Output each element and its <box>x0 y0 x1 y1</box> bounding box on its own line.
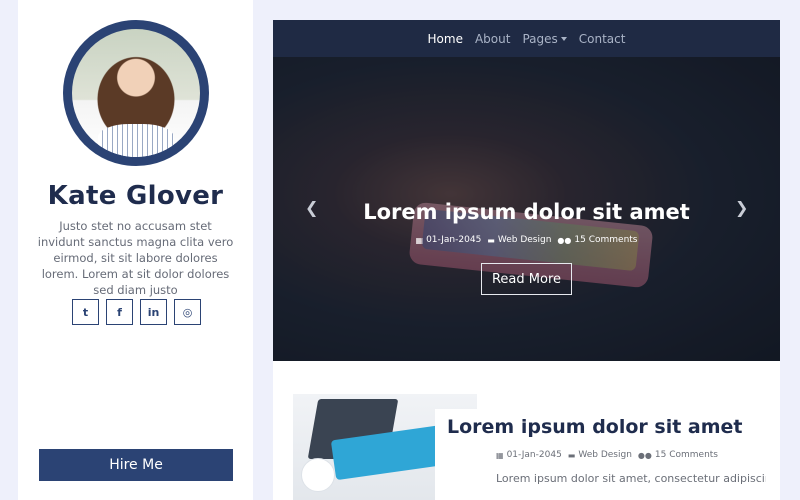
profile-sidebar: Kate Glover Justo stet no accusam stet i… <box>18 0 253 500</box>
hero-comments-text: 15 Comments <box>574 235 638 245</box>
nav-home[interactable]: Home <box>428 32 463 46</box>
hire-me-button[interactable]: Hire Me <box>39 449 233 481</box>
facebook-icon[interactable]: f <box>106 299 133 325</box>
profile-name: Kate Glover <box>47 181 224 211</box>
folder-icon: ▬ <box>487 235 495 245</box>
twitter-icon[interactable]: t <box>72 299 99 325</box>
hero-meta: ▦ 01-Jan-2045 ▬ Web Design ●● 15 Comment… <box>273 235 780 245</box>
linkedin-icon[interactable]: in <box>140 299 167 325</box>
profile-bio: Justo stet no accusam stet invidunt sanc… <box>37 219 234 297</box>
folder-icon: ▬ <box>567 450 576 460</box>
comments-icon: ●● <box>637 450 652 460</box>
carousel-prev-icon[interactable]: ❮ <box>305 198 318 217</box>
chevron-down-icon <box>560 36 567 41</box>
top-navbar: Home About Pages Contact <box>273 20 780 57</box>
calendar-icon: ▦ <box>496 450 504 460</box>
nav-about[interactable]: About <box>475 32 510 46</box>
hero-carousel: Lorem ipsum dolor sit amet ▦ 01-Jan-2045… <box>273 57 780 361</box>
hero-comments[interactable]: ●● 15 Comments <box>557 235 637 245</box>
post-thumbnail-cup <box>301 458 335 492</box>
hero-title: Lorem ipsum dolor sit amet <box>363 200 690 224</box>
post-category[interactable]: ▬ Web Design <box>568 450 632 460</box>
post-excerpt: Lorem ipsum dolor sit amet, consectetur … <box>496 472 766 485</box>
profile-photo-shirt <box>97 123 175 157</box>
read-more-button[interactable]: Read More <box>481 263 572 295</box>
hero-category-text: Web Design <box>497 235 552 245</box>
post-comments[interactable]: ●● 15 Comments <box>638 450 718 460</box>
instagram-icon[interactable]: ◎ <box>174 299 201 325</box>
post-category-text: Web Design <box>578 450 632 460</box>
calendar-icon: ▦ <box>415 235 424 245</box>
hero-date-text: 01-Jan-2045 <box>426 235 482 245</box>
post-title[interactable]: Lorem ipsum dolor sit amet <box>447 416 743 438</box>
nav-contact[interactable]: Contact <box>579 32 626 46</box>
main-content: Home About Pages Contact Lorem ipsum dol… <box>273 20 780 500</box>
hero-category[interactable]: ▬ Web Design <box>487 235 551 245</box>
post-date: ▦ 01-Jan-2045 <box>496 450 562 460</box>
post-comments-text: 15 Comments <box>654 450 718 460</box>
carousel-next-icon[interactable]: ❯ <box>735 198 748 217</box>
avatar <box>63 20 209 166</box>
comments-icon: ●● <box>557 235 572 245</box>
post-meta: ▦ 01-Jan-2045 ▬ Web Design ●● 15 Comment… <box>496 450 718 460</box>
social-links: t f in ◎ <box>72 299 201 325</box>
hero-date: ▦ 01-Jan-2045 <box>416 235 482 245</box>
nav-pages[interactable]: Pages <box>522 31 567 46</box>
post-date-text: 01-Jan-2045 <box>506 450 562 460</box>
post-card: Lorem ipsum dolor sit amet ▦ 01-Jan-2045… <box>435 409 780 500</box>
nav-pages-label: Pages <box>522 31 558 46</box>
profile-photo <box>72 29 200 157</box>
